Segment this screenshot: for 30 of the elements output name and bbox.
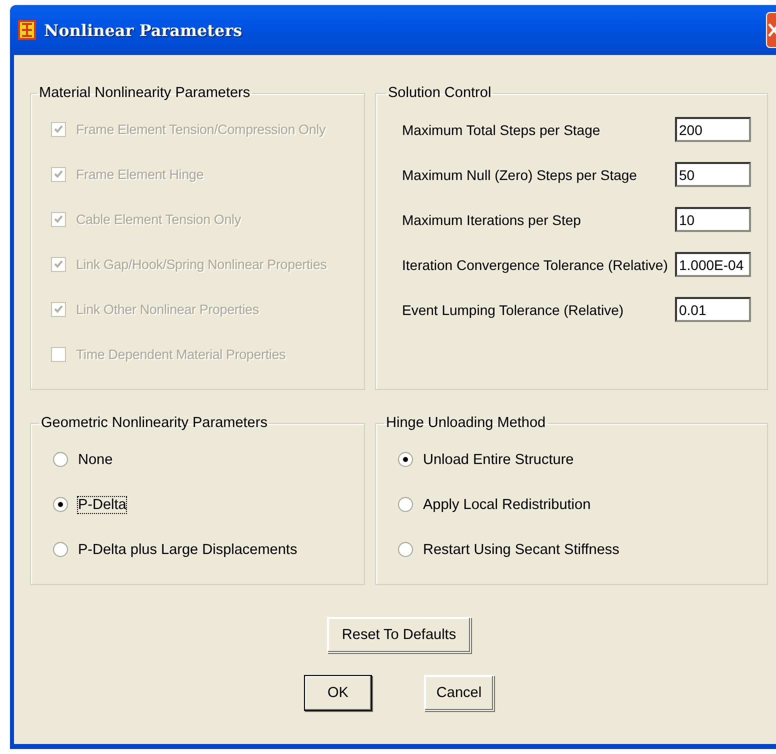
cancel-button[interactable]: Cancel — [424, 675, 494, 711]
radio-label: None — [78, 452, 113, 468]
radio-label: Unload Entire Structure — [423, 452, 574, 468]
reset-button[interactable]: Reset To Defaults — [327, 617, 471, 653]
input-field[interactable]: 1.000E-04 — [675, 252, 751, 277]
radio-label: Apply Local Redistribution — [423, 496, 591, 512]
group-title: Material Nonlinearity Parameters — [38, 85, 252, 101]
field-label: Iteration Convergence Tolerance (Relative) — [402, 256, 668, 272]
input-field[interactable]: 50 — [675, 162, 751, 187]
window-title: Nonlinear Parameters — [44, 20, 244, 40]
checkbox-label: Frame Element Tension/Compression Only — [76, 122, 326, 137]
checkbox-label: Link Other Nonlinear Properties — [76, 302, 259, 317]
checkbox-label: Time Dependent Material Properties — [76, 347, 286, 362]
group-title: Solution Control — [387, 85, 492, 101]
field-label: Maximum Total Steps per Stage — [402, 122, 600, 138]
field-label: Maximum Null (Zero) Steps per Stage — [402, 166, 637, 182]
checkbox-label: Cable Element Tension Only — [76, 212, 241, 227]
field-label: Maximum Iterations per Step — [402, 212, 581, 228]
ok-button[interactable]: OK — [304, 675, 372, 711]
checkbox-label: Link Gap/Hook/Spring Nonlinear Properties — [76, 257, 327, 272]
group-title: Hinge Unloading Method — [385, 415, 547, 431]
radio-label: P-Delta plus Large Displacements — [78, 542, 298, 558]
input-field[interactable]: 200 — [675, 117, 751, 142]
input-field[interactable]: 0.01 — [675, 297, 751, 322]
radio-label: P-Delta — [78, 496, 126, 512]
radio-label: Restart Using Secant Stiffness — [423, 542, 620, 558]
input-field[interactable]: 10 — [675, 207, 751, 232]
field-label: Event Lumping Tolerance (Relative) — [402, 302, 624, 318]
group-title: Geometric Nonlinearity Parameters — [40, 415, 268, 431]
checkbox-label: Frame Element Hinge — [76, 167, 204, 182]
